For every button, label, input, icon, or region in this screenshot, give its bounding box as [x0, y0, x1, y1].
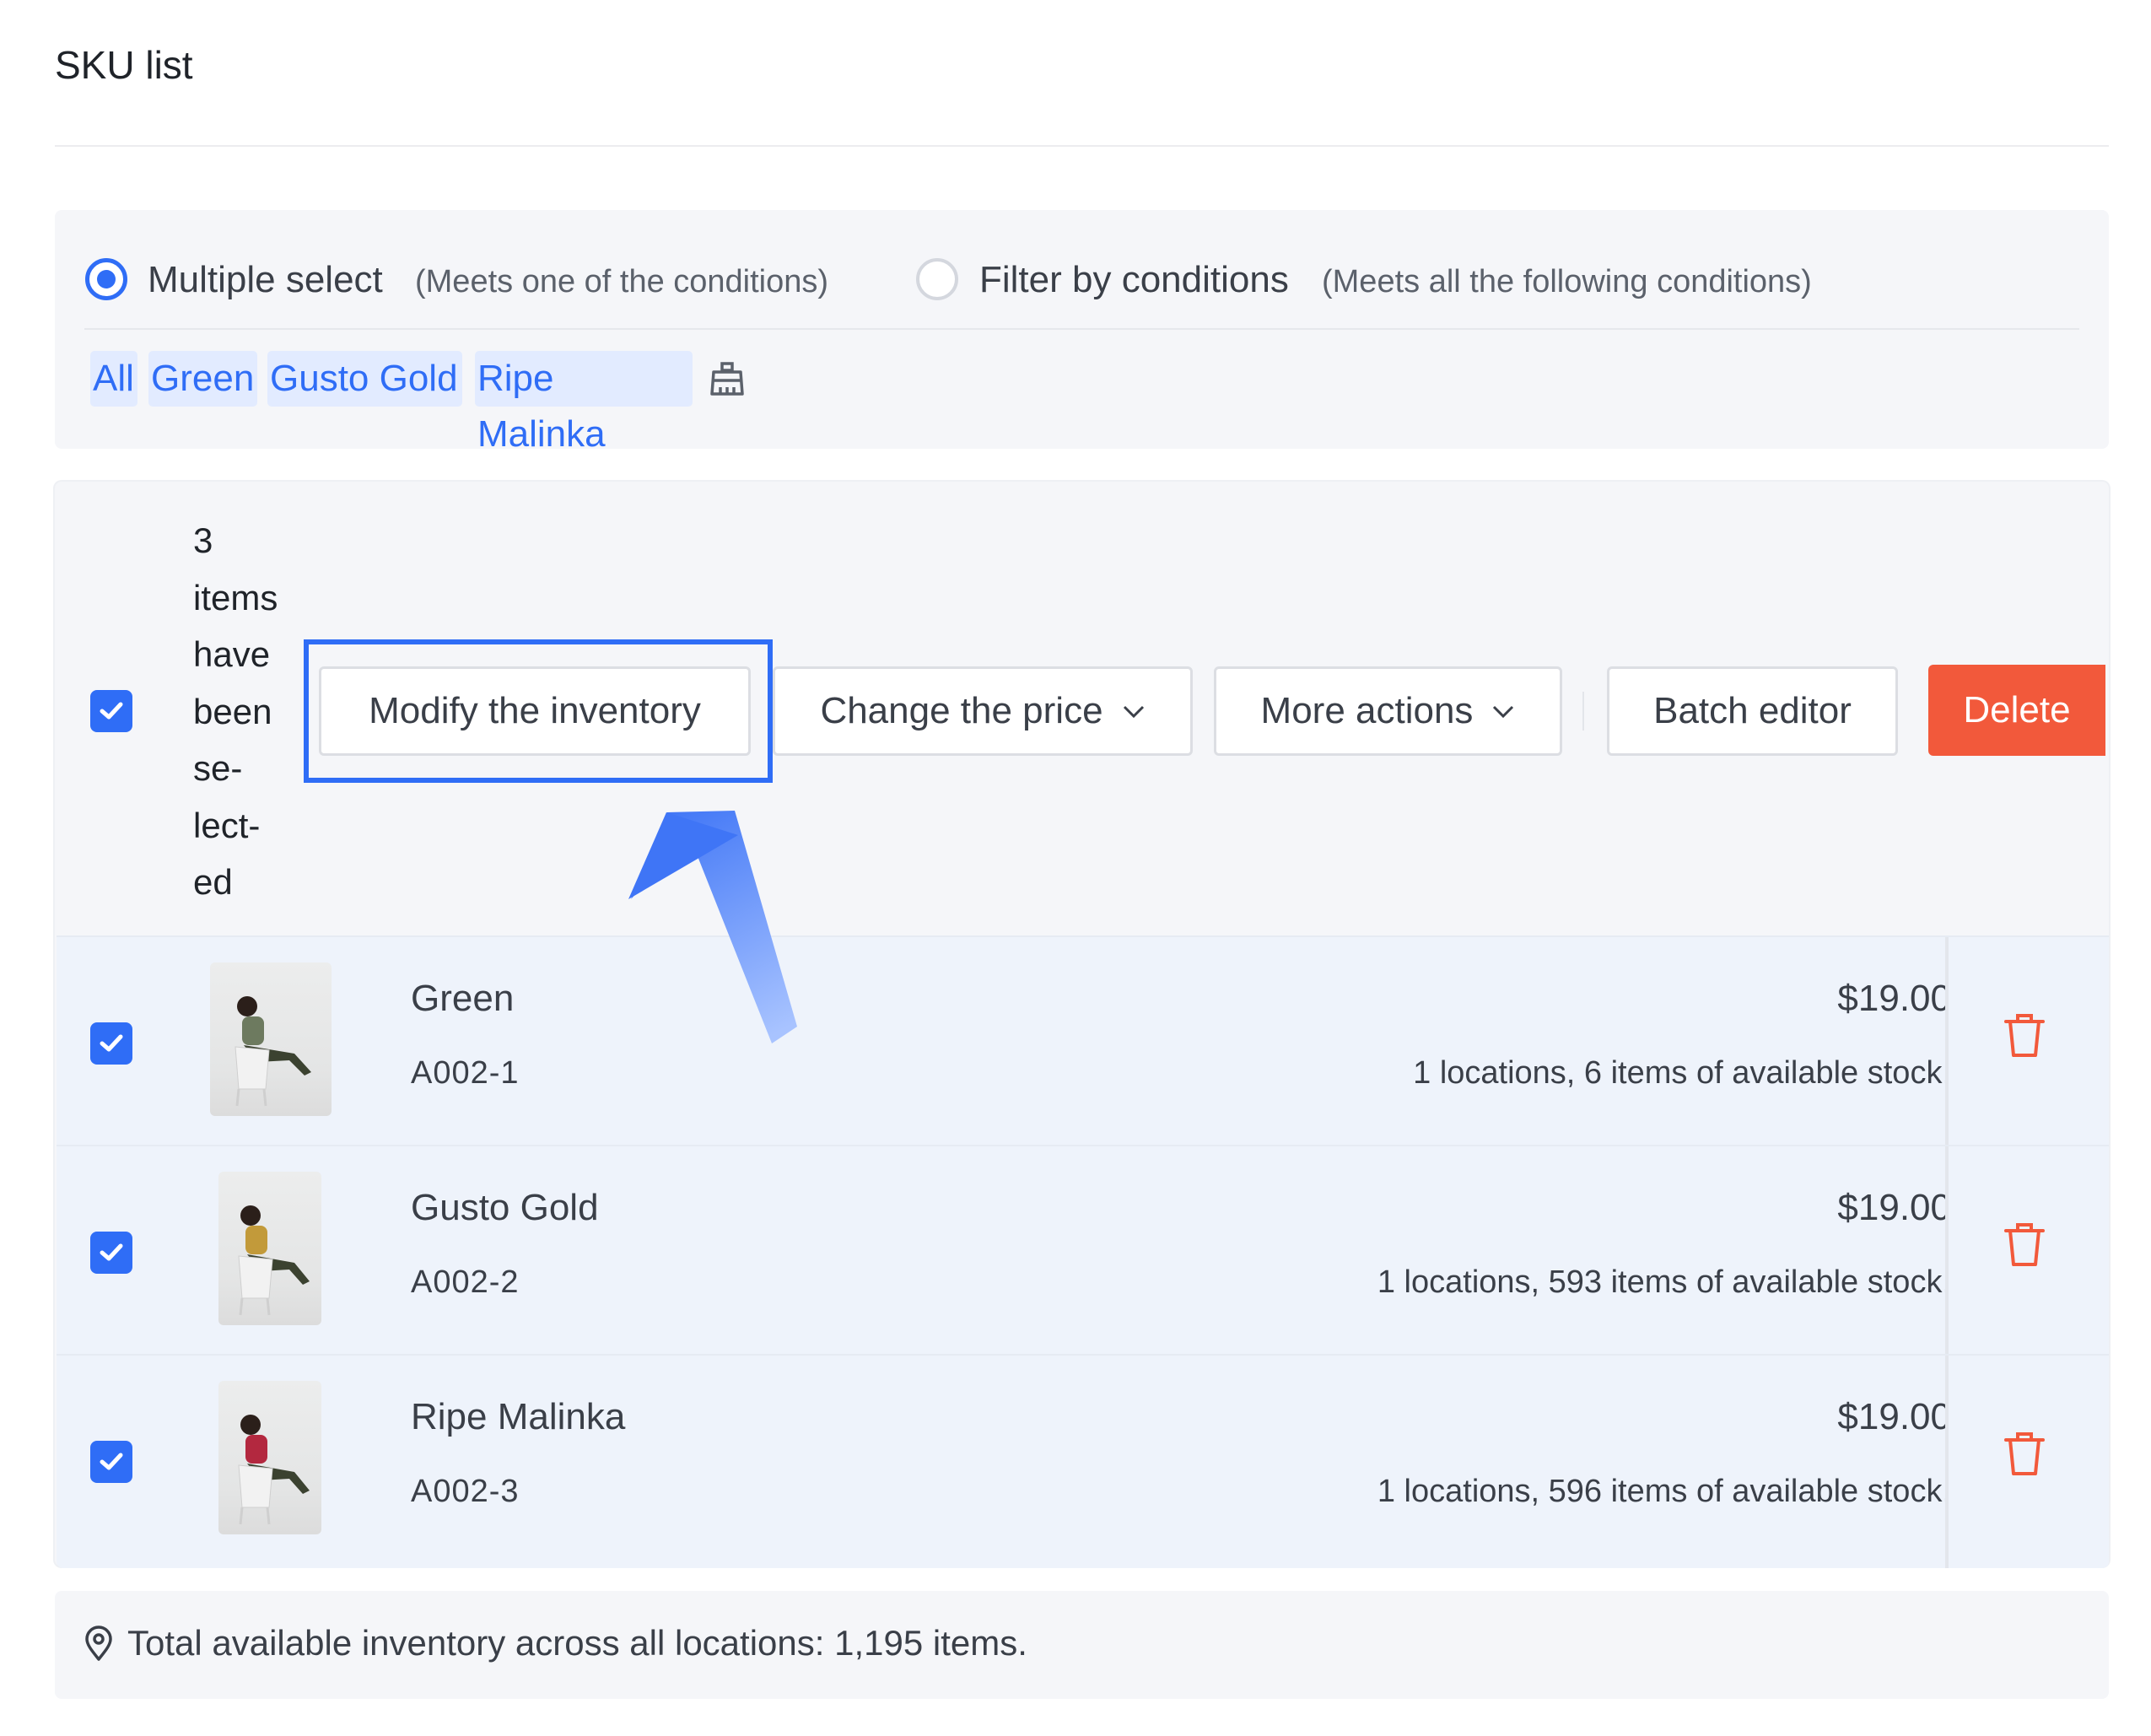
filter-divider	[84, 328, 2079, 330]
row-action-column	[1945, 1146, 2109, 1356]
location-pin-icon	[85, 1625, 112, 1661]
trash-icon[interactable]	[2003, 1430, 2046, 1477]
multiple-select-label[interactable]: Multiple select	[148, 259, 383, 301]
check-icon	[100, 702, 123, 720]
highlight-box	[304, 639, 773, 783]
trash-icon[interactable]	[2003, 1221, 2046, 1268]
row-action-column	[1945, 1356, 2109, 1568]
check-icon	[100, 1453, 123, 1470]
variant-stock: 1 locations, 593 items of available stoc…	[1377, 1264, 1951, 1300]
filter-by-conditions-label[interactable]: Filter by conditions	[979, 259, 1289, 301]
select-all-checkbox[interactable]	[90, 690, 132, 732]
row-checkbox[interactable]	[90, 1441, 132, 1483]
check-icon	[100, 1034, 123, 1052]
variant-name: Ripe Malinka	[411, 1396, 626, 1437]
check-icon	[100, 1243, 123, 1261]
chip-gusto-gold[interactable]: Gusto Gold	[267, 351, 462, 407]
variant-stock: 1 locations, 596 items of available stoc…	[1377, 1474, 1951, 1509]
header-divider	[55, 145, 2109, 147]
row-checkbox[interactable]	[90, 1232, 132, 1274]
product-thumbnail	[210, 962, 332, 1116]
variant-price: $19.00	[1837, 978, 1951, 1019]
table-row[interactable]: Green A002-1 $19.00 1 locations, 6 items…	[57, 935, 2109, 1146]
batch-editor-label: Batch editor	[1653, 690, 1852, 731]
multiple-select-radio[interactable]	[85, 258, 127, 300]
filter-by-conditions-radio[interactable]	[916, 258, 958, 300]
inventory-summary-bar: Total available inventory across all loc…	[55, 1591, 2109, 1699]
trash-icon[interactable]	[2003, 1011, 2046, 1059]
change-price-label: Change the price	[820, 690, 1103, 731]
variant-price: $19.00	[1837, 1187, 1951, 1228]
filter-mode-row: Multiple select (Meets one of the condit…	[55, 210, 2109, 328]
chip-green[interactable]: Green	[148, 351, 257, 407]
multiple-select-hint: (Meets one of the conditions)	[415, 264, 829, 299]
row-checkbox[interactable]	[90, 1022, 132, 1065]
page-title: SKU list	[55, 43, 193, 87]
chip-ripe-malinka[interactable]: Ripe Malinka	[475, 351, 693, 455]
variant-sku: A002-1	[411, 1055, 520, 1091]
variant-name: Green	[411, 978, 515, 1019]
row-action-column	[1945, 937, 2109, 1146]
table-row[interactable]: Gusto Gold A002-2 $19.00 1 locations, 59…	[57, 1145, 2109, 1356]
delete-button[interactable]: Delete	[1928, 665, 2105, 756]
filter-by-conditions-hint: (Meets all the following conditions)	[1322, 264, 1812, 299]
more-actions-label: More actions	[1260, 690, 1474, 731]
selected-count: 3 items have been se- lect- ed	[193, 520, 278, 902]
delete-label: Delete	[1963, 689, 2071, 731]
variant-sku: A002-3	[411, 1474, 520, 1509]
shirt-fill	[242, 1016, 264, 1045]
chip-all[interactable]: All	[90, 351, 137, 407]
chevron-down-icon	[1123, 705, 1144, 719]
table-row[interactable]: Ripe Malinka A002-3 $19.00 1 locations, …	[57, 1354, 2109, 1568]
variant-stock: 1 locations, 6 items of available stock.	[1413, 1055, 1951, 1091]
product-thumbnail	[218, 1172, 321, 1325]
batch-editor-button[interactable]: Batch editor	[1607, 666, 1898, 756]
clear-broom-icon[interactable]	[707, 359, 747, 399]
total-inventory-text: Total available inventory across all loc…	[127, 1623, 1027, 1663]
chevron-down-icon	[1493, 705, 1514, 719]
variant-name: Gusto Gold	[411, 1187, 599, 1228]
product-thumbnail	[218, 1381, 321, 1534]
more-actions-button[interactable]: More actions	[1214, 666, 1562, 756]
filter-panel: Multiple select (Meets one of the condit…	[55, 210, 2109, 455]
change-price-button[interactable]: Change the price	[773, 666, 1193, 756]
variant-price: $19.00	[1837, 1396, 1951, 1437]
variant-sku: A002-2	[411, 1264, 520, 1300]
toolbar-divider	[1582, 692, 1584, 731]
